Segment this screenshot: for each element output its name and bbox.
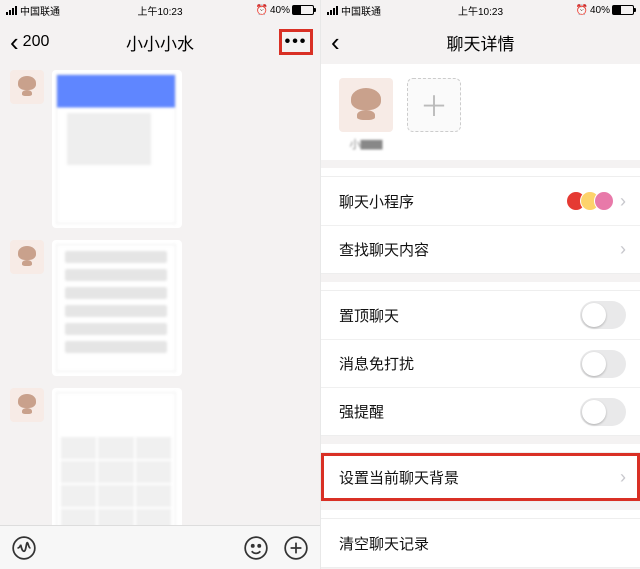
voice-icon <box>11 535 37 561</box>
row-label: 强提醒 <box>339 401 384 422</box>
avatar[interactable] <box>10 388 44 422</box>
message-item <box>0 234 320 382</box>
avatar[interactable] <box>10 240 44 274</box>
status-time: 上午10:23 <box>458 3 503 18</box>
message-item <box>0 382 320 525</box>
battery-pct: 40% <box>590 5 610 16</box>
unread-count-badge: 200 <box>23 33 50 51</box>
row-sticky[interactable]: 置顶聊天 <box>321 291 640 339</box>
emoji-button[interactable] <box>242 534 270 562</box>
carrier-label: 中国联通 <box>341 3 381 18</box>
back-button[interactable]: ‹ 200 <box>10 29 49 55</box>
row-label: 置顶聊天 <box>339 305 399 326</box>
chevron-left-icon: ‹ <box>331 29 340 55</box>
plus-icon: ＋ <box>420 85 448 125</box>
detail-nav: ‹ 聊天详情 <box>321 20 640 64</box>
carrier-label: 中国联通 <box>20 3 60 18</box>
miniprogram-icons <box>572 191 614 211</box>
message-item <box>0 64 320 234</box>
battery-icon <box>612 5 634 15</box>
alarm-icon: ⏰ <box>576 5 588 16</box>
chevron-left-icon: ‹ <box>10 29 19 55</box>
detail-body: 小▇▇ ＋ 聊天小程序 › 查找聊天内容 › <box>321 64 640 569</box>
status-bar: 中国联通 上午10:23 ⏰ 40% <box>321 0 640 20</box>
row-set-background[interactable]: 设置当前聊天背景 › <box>321 453 640 501</box>
add-button[interactable] <box>282 534 310 562</box>
row-strong-alert[interactable]: 强提醒 <box>321 387 640 435</box>
toggle-strong[interactable] <box>580 398 626 426</box>
battery-pct: 40% <box>270 5 290 16</box>
smile-icon <box>243 535 269 561</box>
input-toolbar <box>0 525 320 569</box>
message-bubble[interactable] <box>52 70 182 228</box>
ellipsis-icon: ••• <box>285 33 308 51</box>
member-name: 小▇▇ <box>350 136 383 152</box>
avatar <box>339 78 393 132</box>
toggle-sticky[interactable] <box>580 301 626 329</box>
status-bar: 中国联通 上午10:23 ⏰ 40% <box>0 0 320 20</box>
chevron-right-icon: › <box>620 191 626 212</box>
chevron-right-icon: › <box>620 467 626 488</box>
page-title: 聊天详情 <box>447 30 515 55</box>
back-button[interactable]: ‹ <box>331 29 340 55</box>
row-mute[interactable]: 消息免打扰 <box>321 339 640 387</box>
row-label: 设置当前聊天背景 <box>339 467 459 488</box>
row-miniprogram[interactable]: 聊天小程序 › <box>321 177 640 225</box>
row-label: 查找聊天内容 <box>339 239 429 260</box>
row-label: 消息免打扰 <box>339 353 414 374</box>
more-button[interactable]: ••• <box>280 30 312 54</box>
row-label: 聊天小程序 <box>339 191 414 212</box>
signal-icon <box>6 6 17 15</box>
message-list[interactable] <box>0 64 320 525</box>
message-bubble[interactable] <box>52 240 182 376</box>
message-bubble[interactable] <box>52 388 182 525</box>
member-item[interactable]: 小▇▇ <box>339 78 393 152</box>
alarm-icon: ⏰ <box>256 5 268 16</box>
attachment-thumbnail <box>56 244 176 372</box>
members-section: 小▇▇ ＋ <box>321 64 640 160</box>
battery-icon <box>292 5 314 15</box>
row-search-content[interactable]: 查找聊天内容 › <box>321 225 640 273</box>
chat-screen: 中国联通 上午10:23 ⏰ 40% ‹ 200 小小小水 ••• <box>0 0 320 569</box>
add-member-button[interactable]: ＋ <box>407 78 461 132</box>
chat-nav: ‹ 200 小小小水 ••• <box>0 20 320 64</box>
row-clear-history[interactable]: 清空聊天记录 <box>321 519 640 567</box>
toggle-mute[interactable] <box>580 350 626 378</box>
chat-title: 小小小水 <box>126 30 194 55</box>
chat-detail-screen: 中国联通 上午10:23 ⏰ 40% ‹ 聊天详情 小▇▇ ＋ <box>320 0 640 569</box>
attachment-thumbnail <box>56 74 176 224</box>
plus-circle-icon <box>283 535 309 561</box>
attachment-thumbnail <box>56 392 176 525</box>
avatar[interactable] <box>10 70 44 104</box>
row-label: 清空聊天记录 <box>339 533 429 554</box>
signal-icon <box>327 6 338 15</box>
status-time: 上午10:23 <box>137 3 182 18</box>
voice-button[interactable] <box>10 534 38 562</box>
chevron-right-icon: › <box>620 239 626 260</box>
